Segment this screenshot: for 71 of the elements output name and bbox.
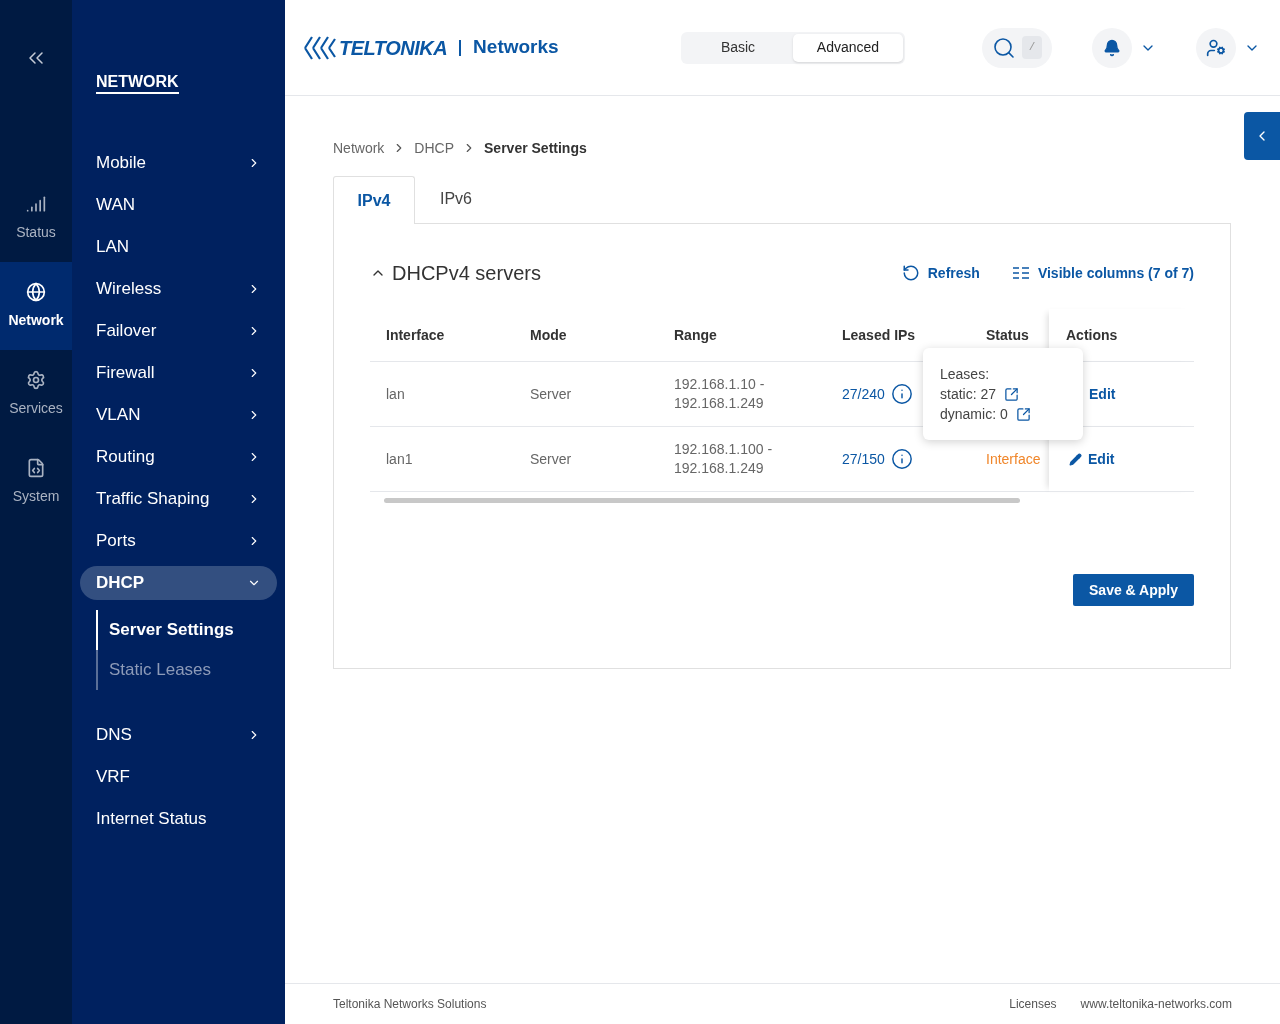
list-icon (1011, 266, 1030, 280)
side-panel-toggle[interactable] (1244, 112, 1280, 160)
nav-item[interactable]: DHCP (80, 566, 277, 600)
nav-item[interactable]: Mobile (80, 146, 277, 180)
footer-link[interactable]: www.teltonika-networks.com (1080, 995, 1232, 1013)
table-cell: 192.168.1.100 - 192.168.1.249 (674, 440, 773, 478)
tab[interactable]: IPv6 (415, 175, 497, 223)
column-header: Range (674, 309, 842, 362)
nav-item[interactable]: WAN (80, 188, 277, 222)
settings-icon (26, 369, 46, 390)
nav-item[interactable]: VRF (80, 760, 277, 794)
nav-item[interactable]: Failover (80, 314, 277, 348)
external-link-icon[interactable] (1004, 386, 1020, 402)
edit-link[interactable]: Edit (1088, 448, 1115, 470)
rail-item[interactable]: Status (0, 174, 72, 262)
breadcrumb-current: Server Settings (484, 138, 587, 158)
notifications-button[interactable] (1092, 27, 1132, 68)
rail-item[interactable]: Network (0, 262, 72, 350)
tooltip-line: static: 27 (940, 385, 997, 404)
nav-item[interactable]: LAN (80, 230, 277, 264)
nav-subitem[interactable]: Static Leases (96, 650, 277, 690)
bell-icon (1103, 38, 1121, 57)
search-icon (991, 35, 1016, 60)
section-title: DHCPv4 servers (392, 261, 541, 286)
table-cell: lan (370, 362, 530, 427)
globe-icon (26, 281, 46, 302)
user-settings-icon (1206, 37, 1226, 58)
table-cell: lan1 (370, 427, 530, 492)
leased-link[interactable]: 27/150 (842, 448, 885, 470)
nav-subitem[interactable]: Server Settings (96, 610, 277, 650)
table-cell: Server (530, 427, 674, 492)
table-cell: 192.168.1.10 - 192.168.1.249 (674, 375, 765, 413)
nav-title: NETWORK (96, 73, 179, 94)
rail-item[interactable]: Services (0, 350, 72, 438)
nav-item[interactable]: Firewall (80, 356, 277, 390)
nav-item[interactable]: Traffic Shaping (80, 482, 277, 516)
column-header: Mode (530, 309, 674, 362)
nav-item[interactable]: VLAN (80, 398, 277, 432)
leased-link[interactable]: 27/240 (842, 383, 885, 405)
nav-item[interactable]: Ports (80, 524, 277, 558)
nav-item[interactable]: Routing (80, 440, 277, 474)
toolbar-link[interactable]: Refresh (901, 262, 980, 284)
table-cell: Server (530, 362, 674, 427)
info-icon[interactable] (890, 448, 913, 470)
mode-option[interactable]: Basic (683, 33, 793, 62)
breadcrumb-link[interactable]: DHCP (414, 137, 455, 159)
save-apply-button[interactable]: Save & Apply (1073, 574, 1194, 606)
shortcut-key: / (1021, 36, 1043, 59)
nav-item[interactable]: Internet Status (80, 802, 277, 836)
user-button[interactable] (1196, 27, 1236, 68)
status-text: Interface (986, 449, 1041, 469)
nav-item[interactable]: DNS (80, 718, 277, 752)
logo-brand: TELTONIKA (339, 35, 448, 61)
tooltip-title: Leases: (940, 365, 991, 384)
file-icon (26, 457, 46, 478)
footer-text: Teltonika Networks Solutions (333, 996, 487, 1013)
tab[interactable]: IPv4 (333, 176, 415, 224)
nav-item[interactable]: Wireless (80, 272, 277, 306)
breadcrumb-link[interactable]: Network (333, 137, 385, 159)
column-header: Interface (370, 309, 530, 362)
edit-link[interactable]: Edit (1089, 383, 1116, 405)
footer-link[interactable]: Licenses (1009, 995, 1057, 1013)
refresh-icon (901, 264, 920, 282)
toolbar-link[interactable]: Visible columns (7 of 7) (1011, 262, 1194, 284)
mode-option[interactable]: Advanced (793, 33, 903, 62)
external-link-icon[interactable] (1015, 406, 1031, 422)
logo-product: Networks (473, 35, 559, 60)
edit-icon (1069, 452, 1082, 466)
tooltip-line: dynamic: 0 (940, 405, 1008, 424)
info-icon[interactable] (890, 383, 913, 405)
rail-item[interactable]: System (0, 438, 72, 526)
